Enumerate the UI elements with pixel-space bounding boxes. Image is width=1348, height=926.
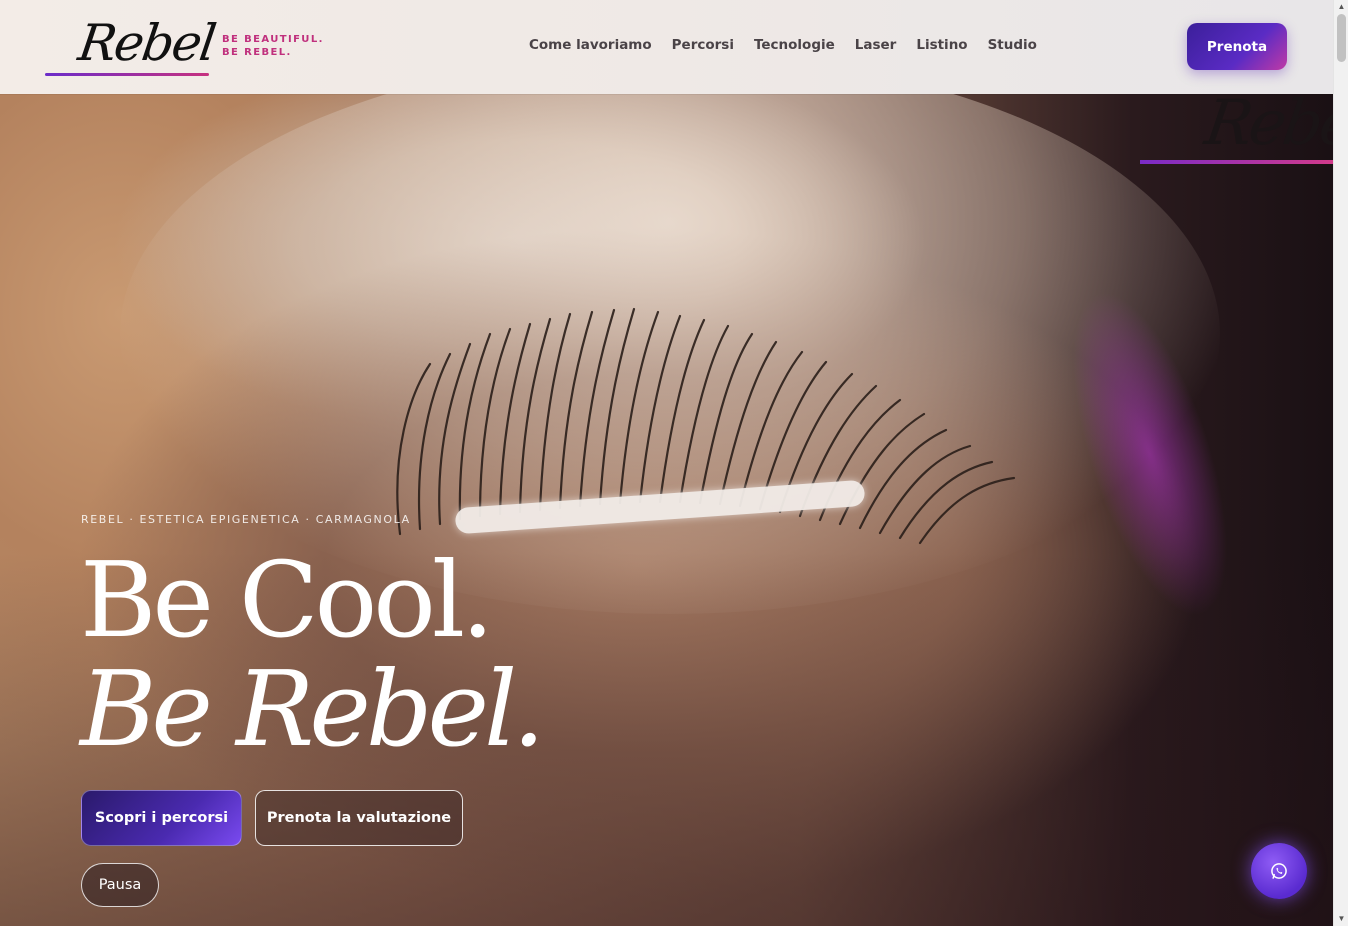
nav-item-come-lavoriamo[interactable]: Come lavoriamo (529, 37, 652, 53)
hero-title-line-2: Be Rebel. (80, 648, 545, 770)
logo[interactable]: Rebel (45, 12, 218, 78)
prenota-button[interactable]: Prenota (1187, 23, 1287, 70)
nav-item-percorsi[interactable]: Percorsi (672, 37, 734, 53)
scroll-thumb[interactable] (1337, 14, 1346, 62)
hero-eyebrow: REBEL · ESTETICA EPIGENETICA · CARMAGNOL… (81, 513, 411, 526)
site-header: Rebel BE BEAUTIFUL. BE REBEL. Come lavor… (0, 0, 1333, 94)
whatsapp-icon (1271, 863, 1287, 879)
logo-underline (45, 73, 209, 76)
page-scrollbar[interactable]: ▲ ▼ (1333, 0, 1348, 926)
nav-item-laser[interactable]: Laser (855, 37, 897, 53)
brand-tagline: BE BEAUTIFUL. BE REBEL. (222, 34, 324, 58)
pausa-button[interactable]: Pausa (81, 863, 159, 907)
logo-wordmark: Rebel (74, 14, 218, 72)
main-nav: Come lavoriamo Percorsi Tecnologie Laser… (529, 37, 1037, 53)
scroll-down-arrow[interactable]: ▼ (1334, 912, 1348, 926)
scroll-up-arrow[interactable]: ▲ (1334, 0, 1348, 14)
nav-item-listino[interactable]: Listino (916, 37, 967, 53)
prenota-valutazione-button[interactable]: Prenota la valutazione (255, 790, 463, 846)
hero-title-line-1: Be Cool. (80, 539, 494, 661)
nav-item-studio[interactable]: Studio (988, 37, 1037, 53)
nav-item-tecnologie[interactable]: Tecnologie (754, 37, 835, 53)
hero-section: Rebel REBEL · ESTETICA EPIGENETICA · CAR… (0, 94, 1333, 926)
scopri-percorsi-button[interactable]: Scopri i percorsi (81, 790, 242, 846)
whatsapp-button[interactable] (1251, 843, 1307, 899)
